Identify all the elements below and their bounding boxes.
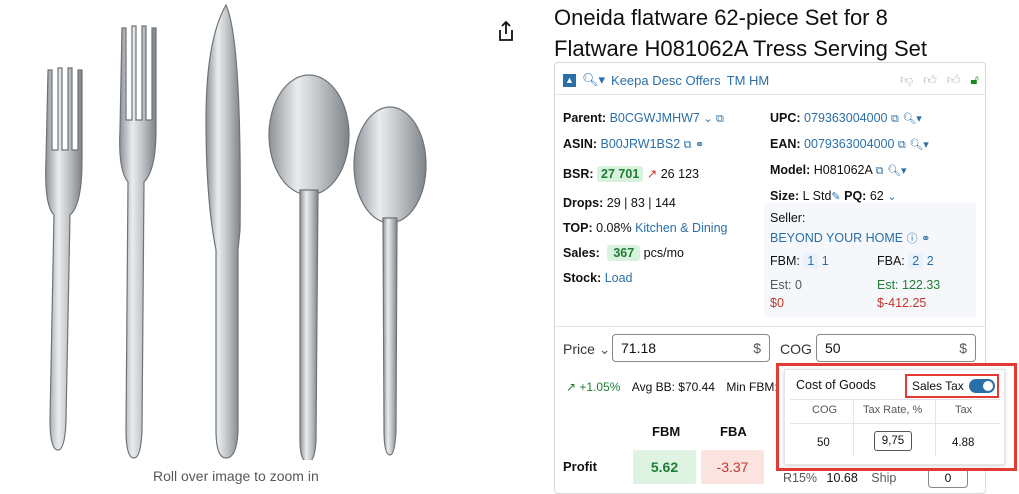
stock-load-link[interactable]: Load — [605, 271, 633, 285]
salad-fork — [119, 25, 157, 459]
sales-tax-toggle-row: Sales Tax — [912, 379, 995, 393]
info-right: UPC: 079363004000 ⧉ 🔍︎▾ EAN: 00793630040… — [770, 106, 929, 210]
parent-row: Parent: B0CGWJMHW7 ⌄ ⧉ — [563, 106, 727, 132]
search-dropdown-icon[interactable]: 🔍︎▾ — [582, 72, 605, 88]
info-left: Parent: B0CGWJMHW7 ⌄ ⧉ ASIN: B00JRW1BS2 … — [563, 106, 727, 291]
ship-input[interactable]: 0 — [928, 468, 968, 488]
cog-label: COG — [780, 341, 812, 357]
seller-info: Seller: BEYOND YOUR HOME ⓘ ⚭ — [770, 208, 930, 249]
col-separator-2 — [935, 400, 936, 456]
price-label[interactable]: Price ⌄ — [563, 341, 611, 358]
sales-row: Sales: 367 pcs/mo — [563, 245, 684, 261]
pricing-divider — [555, 326, 985, 327]
parent-asin-link[interactable]: B0CGWJMHW7 — [610, 111, 700, 125]
popup-tax-value: 4.88 — [952, 437, 975, 449]
stock-row: Stock: Load — [563, 271, 633, 285]
col-separator-1 — [853, 400, 854, 456]
col-rate: Tax Rate, % — [863, 404, 923, 416]
bsr-trend: 26 123 — [660, 167, 699, 181]
popup-row-divider — [790, 423, 1000, 424]
popup-divider — [790, 399, 1000, 400]
search-dropdown-icon[interactable]: 🔍︎▾ — [902, 107, 922, 132]
flatware-image — [45, 3, 427, 463]
copy-icon[interactable]: ⧉ — [684, 133, 692, 158]
profit-label: Profit — [563, 459, 597, 474]
upc-row: UPC: 079363004000 ⧉ 🔍︎▾ — [770, 106, 929, 132]
thumbs-down-icon[interactable]: 👎︎ — [900, 72, 913, 88]
fbm-header: FBM — [652, 424, 681, 439]
drops-row: Drops: 29 | 83 | 144 — [563, 196, 676, 210]
product-title: Oneida flatware 62-piece Set for 8 Flatw… — [554, 5, 927, 61]
fba-header: FBA — [720, 424, 747, 439]
col-cog: COG — [812, 404, 838, 416]
asin-row: ASIN: B00JRW1BS2 ⧉ ⚭ — [563, 132, 727, 158]
popup-cog-value: 50 — [817, 437, 830, 449]
thumbs-up-alt-icon[interactable]: 👍︎ — [947, 72, 961, 88]
unlock-icon[interactable]: 🔓︎ — [970, 72, 978, 88]
fbm-profit: 5.62 — [633, 450, 696, 484]
collapse-icon[interactable]: ▲ — [563, 73, 576, 87]
ean-link[interactable]: 0079363004000 — [804, 137, 894, 151]
chevron-down-icon[interactable]: ⌄ — [703, 107, 712, 132]
tea-spoon — [353, 106, 427, 456]
link-icon[interactable]: ⚭ — [695, 133, 704, 158]
tm-hm-link[interactable]: TM HM — [727, 73, 770, 88]
share-icon[interactable] — [496, 20, 516, 47]
product-image[interactable] — [30, 0, 450, 463]
top-row: TOP: 0.08% Kitchen & Dining — [563, 221, 728, 235]
tax-rate-input[interactable]: 9,75 — [874, 431, 912, 451]
sales-value: 367 — [607, 245, 641, 261]
copy-icon[interactable]: ⧉ — [876, 159, 884, 184]
dinner-fork — [45, 67, 83, 451]
trend-up-icon: ↗ — [566, 380, 577, 394]
chevron-down-icon: ⌄ — [598, 341, 611, 357]
copy-icon[interactable]: ⧉ — [716, 107, 724, 132]
bsr-row: BSR: 27 701 ↗ 26 123 — [563, 166, 699, 182]
bsr-value: 27 701 — [597, 166, 644, 182]
toolbar-actions: 👎︎ 👍︎ 👍︎ 🔓︎ — [900, 72, 979, 88]
thumbs-up-icon[interactable]: 👍︎ — [923, 72, 937, 88]
r15-row: R15% 10.68 Ship — [783, 471, 897, 485]
search-dropdown-icon[interactable]: 🔍︎▾ — [887, 159, 907, 184]
trend-up-icon: ↗ — [646, 167, 658, 181]
copy-icon[interactable]: ⧉ — [891, 107, 899, 132]
model-row: Model: H081062A ⧉ 🔍︎▾ — [770, 158, 929, 184]
sales-tax-toggle[interactable] — [968, 379, 995, 393]
col-tax: Tax — [955, 404, 973, 416]
knife — [205, 3, 241, 459]
zoom-caption: Roll over image to zoom in — [153, 468, 319, 484]
cog-popup-title: Cost of Goods — [796, 378, 876, 392]
cog-input[interactable]: 50 $ — [816, 334, 976, 362]
keepa-desc-offers-link[interactable]: Keepa Desc Offers — [611, 73, 721, 88]
fba-seller-stats: FBA: 2 2 Est: 122.33 $-412.25 — [877, 253, 941, 310]
search-dropdown-icon[interactable]: 🔍︎▾ — [909, 133, 929, 158]
toolbar-divider — [555, 94, 985, 95]
category-link[interactable]: Kitchen & Dining — [635, 221, 727, 235]
keepa-toolbar: ▲ 🔍︎▾ Keepa Desc Offers TM HM — [563, 72, 769, 88]
ean-row: EAN: 0079363004000 ⧉ 🔍︎▾ — [770, 132, 929, 158]
asin-link[interactable]: B00JRW1BS2 — [601, 137, 681, 151]
info-icon[interactable]: ⓘ — [907, 229, 918, 249]
copy-icon[interactable]: ⧉ — [898, 133, 906, 158]
table-spoon — [268, 74, 350, 463]
seller-name-link[interactable]: BEYOND YOUR HOME — [770, 231, 903, 245]
link-icon[interactable]: ⚭ — [921, 229, 930, 249]
upc-link[interactable]: 079363004000 — [804, 111, 887, 125]
price-input[interactable]: 71.18 $ — [612, 334, 770, 362]
price-stats: ↗ +1.05% Avg BB: $70.44 Min FBM: $ — [566, 380, 788, 394]
fba-est: Est: 122.33 — [877, 278, 941, 292]
fba-profit: -3.37 — [701, 450, 764, 484]
fbm-seller-stats: FBM: 1 1 Est: 0 $0 — [770, 253, 829, 310]
